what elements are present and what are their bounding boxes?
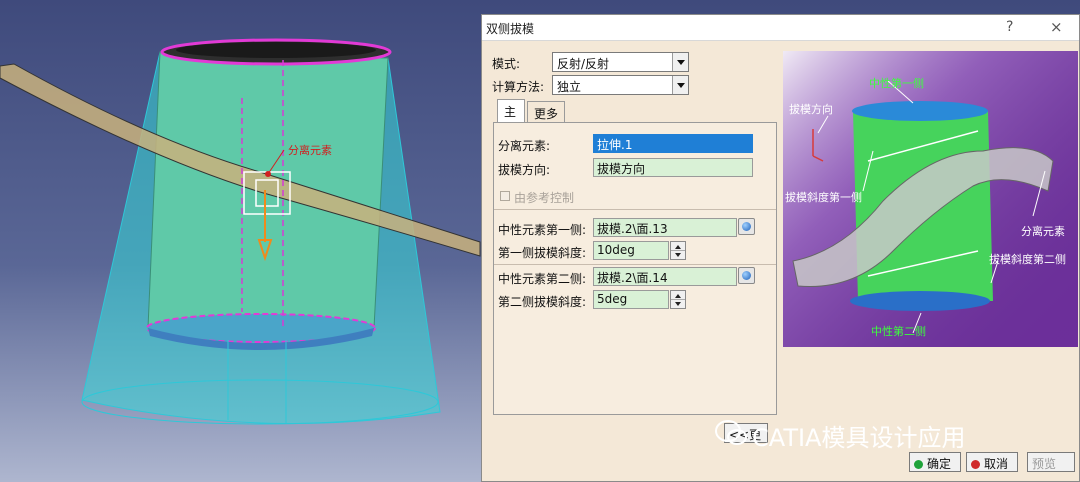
calc-method-label: 计算方法:	[492, 80, 545, 94]
main-tab-panel: 分离元素: 拉伸.1 拔模方向: 拔模方向 由参考控制 中性元素第一侧: 拔模.…	[493, 122, 777, 415]
reference-control-label: 由参考控制	[514, 191, 575, 205]
ok-button-label: 确定	[927, 457, 952, 471]
ok-button[interactable]: 确定	[909, 452, 961, 472]
cancel-button-label: 取消	[984, 457, 1009, 471]
first-side-angle-field[interactable]: 10deg	[593, 241, 669, 260]
mode-select[interactable]: 反射/反射	[552, 52, 689, 72]
preview-label-angle-first: 拔模斜度第一侧	[785, 191, 862, 204]
double-sided-draft-dialog: 双侧拔模 ? × 模式: 反射/反射 计算方法: 独立 主 更多 分离元素: 拉…	[481, 14, 1080, 482]
first-side-angle-spinner[interactable]	[670, 241, 686, 260]
cylinder-body	[147, 51, 389, 341]
help-icon[interactable]: ?	[1006, 19, 1013, 35]
tab-more[interactable]: 更多	[527, 101, 565, 123]
second-side-angle-field[interactable]: 5deg	[593, 290, 669, 309]
preview-label-parting: 分离元素	[1021, 225, 1065, 238]
preview-label-angle-second: 拔模斜度第二侧	[989, 253, 1066, 266]
close-icon[interactable]: ×	[1050, 18, 1063, 36]
parting-element-annotation: 分离元素	[288, 144, 332, 157]
mode-label: 模式:	[492, 57, 521, 71]
cancel-icon	[971, 460, 980, 469]
mode-select-value: 反射/反射	[557, 57, 610, 71]
preview-button[interactable]: 预览	[1027, 452, 1075, 472]
divider	[494, 209, 776, 210]
chevron-down-icon[interactable]	[672, 53, 688, 71]
neutral-first-side-label: 中性元素第一侧:	[498, 223, 587, 237]
spin-down-icon[interactable]	[675, 302, 681, 306]
spin-up-icon[interactable]	[675, 294, 681, 298]
parting-element-label: 分离元素:	[498, 139, 551, 153]
spin-up-icon[interactable]	[675, 245, 681, 249]
neutral-first-side-field[interactable]: 拔模.2\面.13	[593, 218, 737, 237]
watermark-text: CATIA模具设计应用	[752, 424, 966, 452]
spin-down-icon[interactable]	[675, 253, 681, 257]
reference-control-checkbox[interactable]	[500, 191, 510, 201]
tab-main[interactable]: 主	[497, 99, 525, 123]
draft-direction-field[interactable]: 拔模方向	[593, 158, 753, 177]
parting-element-field[interactable]: 拉伸.1	[593, 134, 753, 153]
preview-label-neutral-first: 中性第一侧	[869, 77, 924, 90]
preview-label-neutral-second: 中性第二侧	[871, 325, 926, 338]
preview-illustration: 中性第一侧 拔模方向 拔模斜度第一侧 分离元素 拔模斜度第二侧 中性第二侧	[783, 51, 1078, 347]
cancel-button[interactable]: 取消	[966, 452, 1018, 472]
wechat-icon	[715, 420, 747, 445]
draft-direction-label: 拔模方向:	[498, 163, 551, 177]
preview-label-direction: 拔模方向	[789, 103, 833, 116]
neutral-second-side-label: 中性元素第二侧:	[498, 272, 587, 286]
ok-icon	[914, 460, 923, 469]
second-side-angle-spinner[interactable]	[670, 290, 686, 309]
second-side-angle-label: 第二侧拔模斜度:	[498, 295, 587, 309]
calc-method-select-value: 独立	[557, 80, 582, 94]
calc-method-select[interactable]: 独立	[552, 75, 689, 95]
select-face-icon[interactable]	[738, 267, 755, 284]
select-face-icon[interactable]	[738, 218, 755, 235]
divider	[494, 264, 776, 265]
dialog-title: 双侧拔模	[486, 22, 535, 36]
first-side-angle-label: 第一侧拔模斜度:	[498, 246, 587, 260]
neutral-second-side-field[interactable]: 拔模.2\面.14	[593, 267, 737, 286]
chevron-down-icon[interactable]	[672, 76, 688, 94]
dialog-titlebar: 双侧拔模 ? ×	[482, 15, 1079, 41]
